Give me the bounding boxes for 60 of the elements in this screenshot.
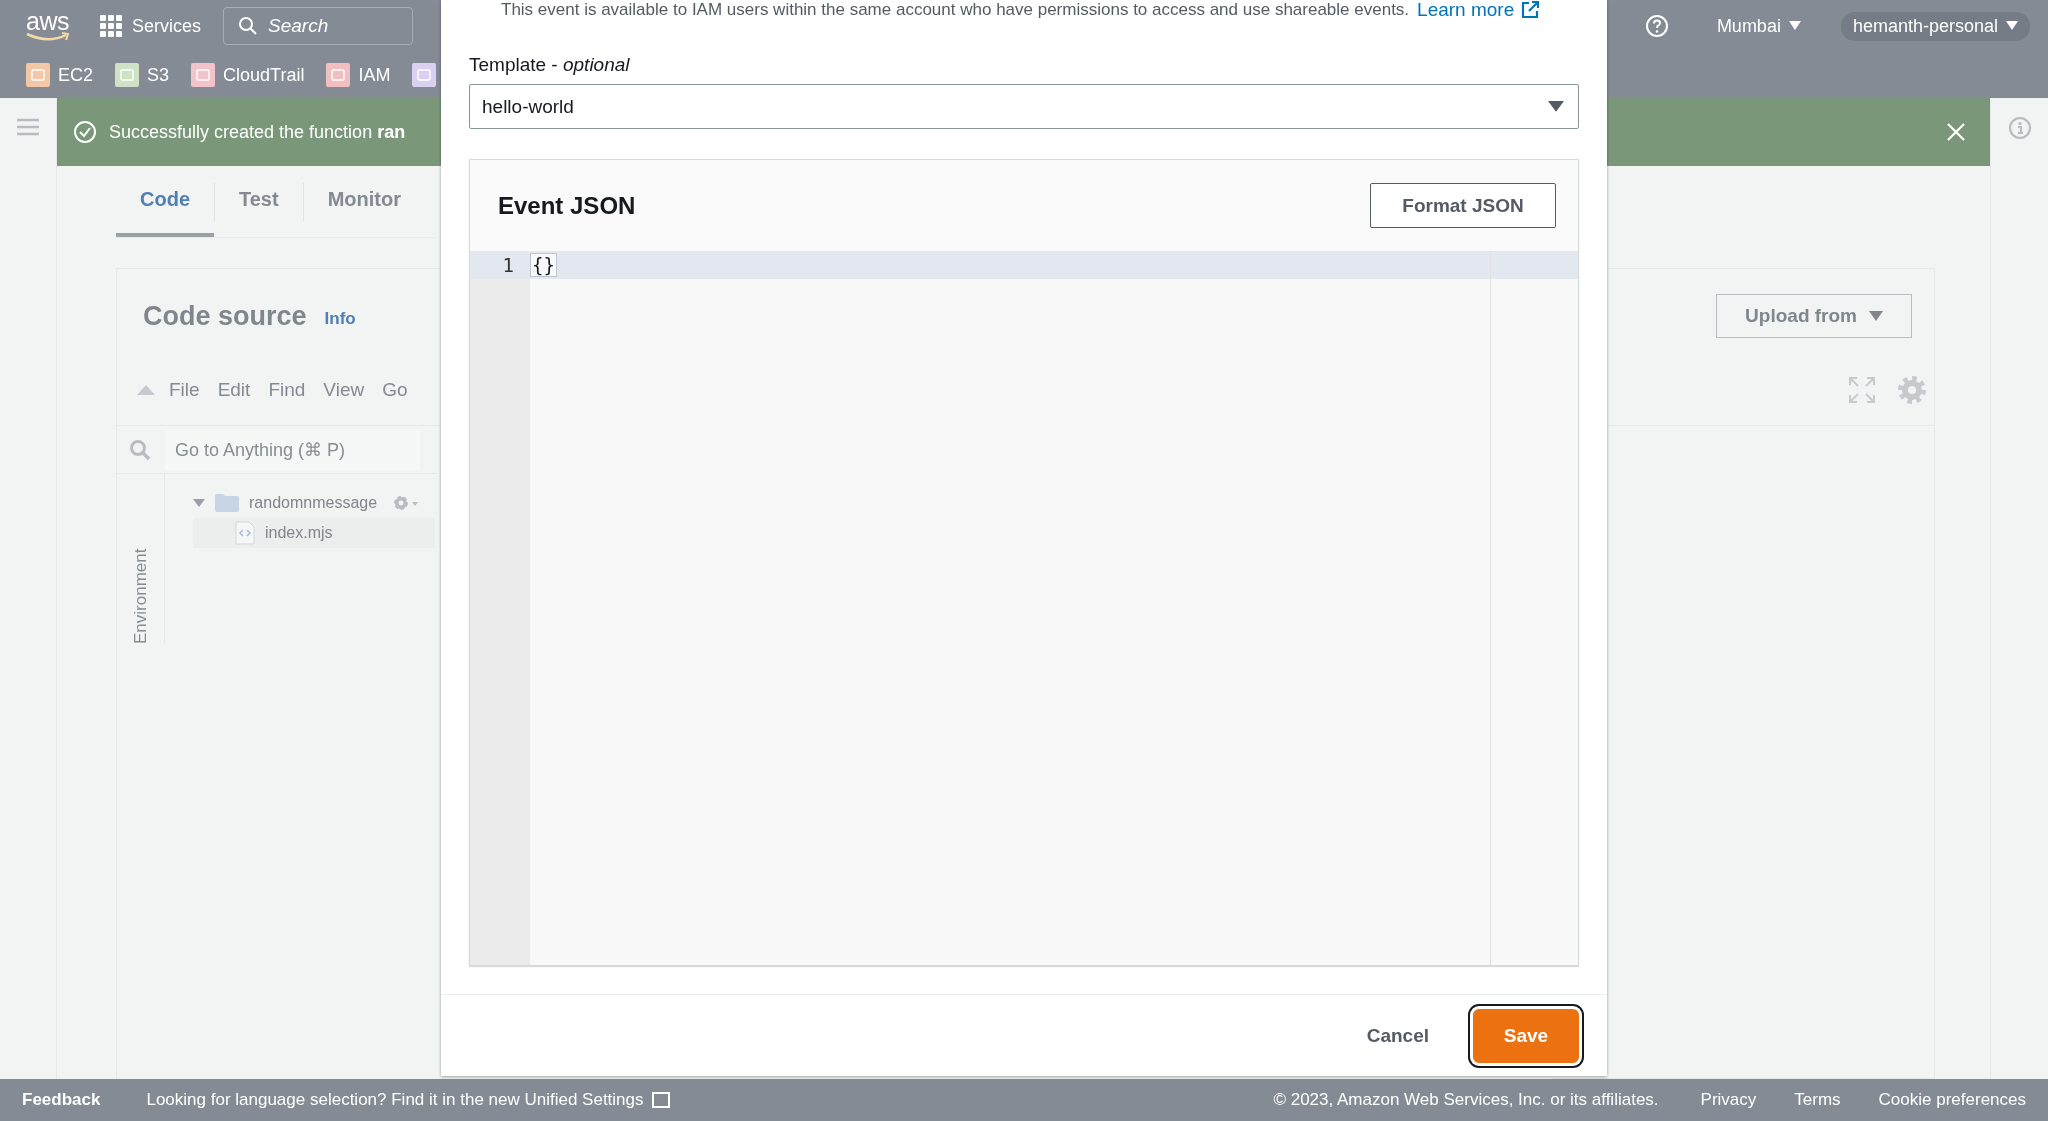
search-icon [238, 16, 259, 36]
services-menu[interactable]: Services [132, 15, 202, 37]
caret-icon[interactable] [2006, 21, 2018, 31]
gear-icon[interactable] [391, 493, 420, 513]
footer-link[interactable]: Privacy [1700, 1090, 1757, 1110]
tab[interactable]: Monitor [303, 166, 425, 237]
menu-item[interactable]: Find [268, 379, 306, 401]
cancel-button[interactable]: Cancel [1350, 1014, 1445, 1057]
footer-link[interactable]: Terms [1794, 1090, 1841, 1110]
language-notice: Looking for language selection? Find it in the new Unified Settings [146, 1090, 644, 1110]
upload-button[interactable]: Upload from [1716, 294, 1912, 338]
line-number: 1 [501, 254, 514, 276]
caret-icon[interactable] [1548, 100, 1564, 113]
region-menu[interactable]: Mumbai [1716, 15, 1801, 37]
aws-logo[interactable]: aws [26, 10, 72, 42]
favorite-link[interactable]: IAM [358, 64, 391, 86]
tab[interactable]: Code [116, 166, 214, 237]
go-to-anything-field[interactable]: Go to Anything (⌘ P) [165, 429, 420, 470]
account-menu[interactable]: hemanth-personal [1840, 11, 2030, 41]
close-icon[interactable] [1946, 122, 1966, 142]
learn-more-link[interactable]: Learn more [1417, 0, 1541, 20]
info-icon[interactable] [2007, 116, 2032, 140]
menu-item[interactable]: File [169, 379, 200, 401]
favorite-link[interactable]: CloudTrail [223, 64, 305, 86]
service-icon[interactable] [191, 63, 216, 87]
menu-item[interactable]: View [323, 379, 365, 401]
section-title: Event JSON [498, 191, 636, 220]
favorite-link[interactable]: S3 [147, 64, 170, 86]
description-text: This event is available to IAM users within the same account who have permissions to access and use shareable events. [501, 0, 1410, 20]
feedback-link[interactable]: Feedback [22, 1090, 101, 1110]
expand-triangle-icon[interactable] [193, 498, 205, 508]
success-message: Successfully created the function ran [109, 121, 406, 143]
file-icon [235, 521, 255, 545]
code-editor[interactable]: 1 {} [470, 251, 1578, 965]
tab[interactable]: Test [215, 166, 303, 237]
grid-icon[interactable] [100, 15, 122, 37]
search-field[interactable]: Search [223, 7, 414, 45]
menu-item[interactable]: Edit [217, 379, 251, 401]
tree-item[interactable]: index.mjs [265, 524, 333, 542]
favorite-link[interactable]: EC2 [58, 64, 93, 86]
search-icon[interactable] [129, 438, 151, 461]
format-json-button[interactable]: Format JSON [1370, 183, 1556, 228]
template-select[interactable]: hello-world [469, 84, 1579, 129]
panel-title: Code source [143, 300, 307, 332]
code-text: {} [530, 253, 557, 277]
caret-icon[interactable] [1788, 21, 1801, 31]
footer-link[interactable]: Cookie preferences [1878, 1090, 2026, 1110]
menu-icon[interactable] [17, 118, 39, 136]
help-icon[interactable] [1644, 14, 1669, 38]
template-label: Template - optional [469, 54, 631, 76]
caret-icon[interactable] [1869, 310, 1883, 322]
tree-item[interactable]: randomnmessage [249, 494, 378, 512]
folder-icon [215, 494, 239, 512]
menu-item[interactable]: Go [382, 379, 408, 401]
info-link[interactable]: Info [324, 309, 356, 329]
success-check-icon [73, 120, 97, 144]
environment-tab[interactable]: Environment [130, 482, 151, 644]
service-icon[interactable] [412, 63, 437, 87]
copyright-text: © 2023, Amazon Web Services, Inc. or its affiliates. [1273, 1090, 1659, 1110]
service-icon[interactable] [326, 63, 351, 87]
